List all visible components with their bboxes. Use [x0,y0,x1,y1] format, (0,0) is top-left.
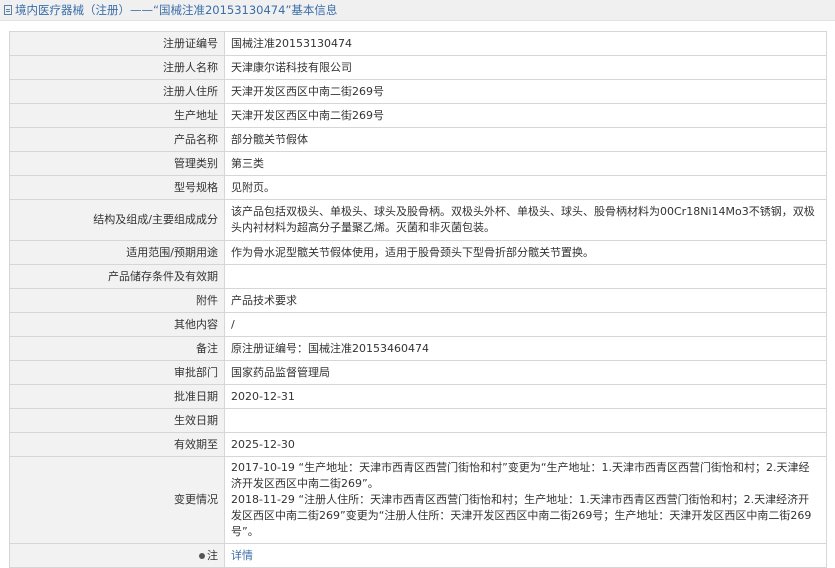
field-label-reg-no: 注册证编号 [9,31,225,56]
info-table: 注册证编号 国械注准20153130474 注册人名称 天津康尔诺科技有限公司 … [9,31,827,568]
table-row: 附件 产品技术要求 [9,288,827,313]
field-label-category: 管理类别 [9,151,225,176]
table-row: 注册证编号 国械注准20153130474 [9,31,827,56]
field-label-storage: 产品储存条件及有效期 [9,264,225,289]
field-label-effective-date: 生效日期 [9,408,225,433]
field-value-production-address: 天津开发区西区中南二街269号 [224,103,827,128]
field-label-attachment: 附件 [9,288,225,313]
field-value-authority: 国家药品监督管理局 [224,360,827,385]
field-value-registrant-address: 天津开发区西区中南二街269号 [224,79,827,104]
field-label-other: 其他内容 [9,312,225,337]
field-label-note: 注 [9,543,225,568]
table-row: 批准日期 2020-12-31 [9,384,827,409]
field-value-reg-no: 国械注准20153130474 [224,31,827,56]
table-row: 产品储存条件及有效期 [9,264,827,289]
field-value-product-name: 部分髋关节假体 [224,127,827,152]
field-label-model: 型号规格 [9,175,225,200]
field-value-attachment: 产品技术要求 [224,288,827,313]
field-label-authority: 审批部门 [9,360,225,385]
document-icon [4,5,12,15]
field-label-changes: 变更情况 [9,456,225,544]
field-label-product-name: 产品名称 [9,127,225,152]
field-label-registrant: 注册人名称 [9,55,225,80]
page-title: 境内医疗器械（注册）——“国械注准20153130474”基本信息 [15,3,338,17]
table-row: 审批部门 国家药品监督管理局 [9,360,827,385]
table-row: 管理类别 第三类 [9,151,827,176]
note-label: 注 [207,548,218,562]
field-value-remarks: 原注册证编号：国械注准20153460474 [224,336,827,361]
field-value-storage [224,264,827,289]
field-value-valid-until: 2025-12-30 [224,432,827,457]
table-row: 适用范围/预期用途 作为骨水泥型髋关节假体使用，适用于股骨颈头下型骨折部分髋关节… [9,240,827,265]
table-row: 变更情况 2017-10-19 “生产地址：天津市西青区西营门街怡和村”变更为“… [9,456,827,544]
table-row: 其他内容 / [9,312,827,337]
field-label-intended-use: 适用范围/预期用途 [9,240,225,265]
field-value-approval-date: 2020-12-31 [224,384,827,409]
field-value-effective-date [224,408,827,433]
field-label-production-address: 生产地址 [9,103,225,128]
table-row: 有效期至 2025-12-30 [9,432,827,457]
field-label-registrant-address: 注册人住所 [9,79,225,104]
field-value-other: / [224,312,827,337]
change-entry: 2018-11-29 “注册人住所：天津市西青区西营门街怡和村；生产地址：1.天… [231,493,812,538]
table-row: 备注 原注册证编号：国械注准20153460474 [9,336,827,361]
field-value-note: 详情 [224,543,827,568]
field-value-category: 第三类 [224,151,827,176]
table-row: 注 详情 [9,543,827,568]
table-row: 产品名称 部分髋关节假体 [9,127,827,152]
change-entry: 2017-10-19 “生产地址：天津市西青区西营门街怡和村”变更为“生产地址：… [231,461,810,490]
field-value-model: 见附页。 [224,175,827,200]
table-row: 型号规格 见附页。 [9,175,827,200]
field-value-intended-use: 作为骨水泥型髋关节假体使用，适用于股骨颈头下型骨折部分髋关节置换。 [224,240,827,265]
field-label-remarks: 备注 [9,336,225,361]
field-label-approval-date: 批准日期 [9,384,225,409]
table-row: 结构及组成/主要组成成分 该产品包括双极头、单极头、球头及股骨柄。双极头外杯、单… [9,199,827,241]
field-value-registrant: 天津康尔诺科技有限公司 [224,55,827,80]
table-row: 注册人住所 天津开发区西区中南二街269号 [9,79,827,104]
field-value-changes: 2017-10-19 “生产地址：天津市西青区西营门街怡和村”变更为“生产地址：… [224,456,827,544]
table-row: 生效日期 [9,408,827,433]
page-title-bar: 境内医疗器械（注册）——“国械注准20153130474”基本信息 [0,0,835,21]
table-row: 生产地址 天津开发区西区中南二街269号 [9,103,827,128]
field-label-composition: 结构及组成/主要组成成分 [9,199,225,241]
table-row: 注册人名称 天津康尔诺科技有限公司 [9,55,827,80]
field-label-valid-until: 有效期至 [9,432,225,457]
field-value-composition: 该产品包括双极头、单极头、球头及股骨柄。双极头外杯、单极头、球头、股骨柄材料为0… [224,199,827,241]
details-link[interactable]: 详情 [231,549,253,562]
